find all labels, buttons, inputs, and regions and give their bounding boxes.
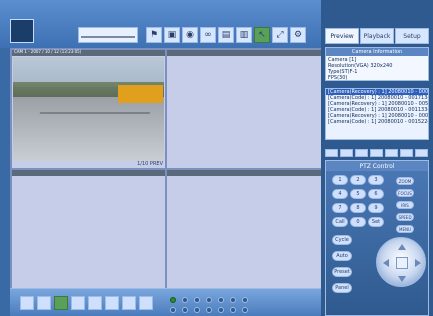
arrow-left-icon[interactable] [383, 259, 389, 267]
mode-tabs: Preview Playback Setup [321, 28, 433, 44]
page-dot[interactable] [230, 297, 236, 303]
grid-8-icon[interactable] [139, 296, 153, 310]
window-icon[interactable]: ▥ [236, 27, 252, 43]
grid-2-icon[interactable] [37, 296, 51, 310]
page-dot[interactable] [206, 297, 212, 303]
logo-icon [10, 19, 34, 43]
ptz-control: PTZ Control 1 2 3 4 5 6 7 8 9 Call 0 Set… [325, 160, 429, 316]
tab-playback[interactable]: Playback [360, 28, 394, 44]
arrow-icon[interactable]: ↖ [254, 27, 270, 43]
page-dot[interactable] [194, 297, 200, 303]
ptz-preset-button[interactable]: 6 [368, 189, 384, 199]
page-dot[interactable] [218, 307, 224, 313]
ptz-preset-label-button[interactable]: Preset [332, 267, 352, 277]
pane-footer: 1/10 PREV [137, 161, 163, 167]
ptz-title: PTZ Control [326, 161, 428, 171]
ptz-preset-button[interactable]: 3 [368, 175, 384, 185]
arrow-down-icon[interactable] [398, 276, 406, 282]
ptz-cycle-button[interactable]: Cycle [332, 235, 352, 245]
pane-header: CAM 1 - 2007 / 10 / 12 (13:23:05) [12, 49, 165, 56]
app-window: ⚑ ▣ ◉ ∞ ▤ ▥ ↖ ⤢ ⚙ CAM 1 - 2007 / 10 / 12… [0, 0, 433, 316]
settings-icon[interactable]: ⚙ [290, 27, 306, 43]
joystick-center[interactable] [396, 257, 408, 269]
ptz-preset-button[interactable]: 4 [332, 189, 348, 199]
grid-4-icon[interactable] [71, 296, 85, 310]
video-pane[interactable] [11, 169, 166, 289]
ptz-preset-button[interactable]: 0 [350, 217, 366, 227]
camera-info-body: Camera [1] Resolution(VGA) 320x240 Type(… [328, 57, 426, 81]
ptz-auto-button[interactable]: Auto [332, 251, 352, 261]
ptz-slider-icon [81, 36, 135, 38]
ptz-iris-button[interactable]: IRIS [396, 201, 414, 209]
control-button[interactable] [340, 149, 353, 157]
grid-1-icon[interactable] [20, 296, 34, 310]
ptz-focus-button[interactable]: FOCUS [396, 189, 414, 197]
ptz-preset-button[interactable]: 9 [368, 203, 384, 213]
top-toolbar: ⚑ ▣ ◉ ∞ ▤ ▥ ↖ ⤢ ⚙ [0, 0, 321, 48]
camera-info-panel: Camera Information Camera [1] Resolution… [325, 47, 429, 81]
page-dot[interactable] [182, 307, 188, 313]
record-icon[interactable]: ◉ [182, 27, 198, 43]
ptz-preset-button[interactable]: 8 [350, 203, 366, 213]
camera-info-line: FPS(30) [328, 75, 348, 81]
ptz-menu-button[interactable]: MENU [396, 225, 414, 233]
grid-5-icon[interactable] [88, 296, 102, 310]
page-dot[interactable] [206, 307, 212, 313]
ptz-speed-button[interactable]: SPEED [396, 213, 414, 221]
pane-header [167, 50, 321, 56]
ptz-joystick[interactable] [376, 237, 426, 287]
flag-icon[interactable]: ⚑ [146, 27, 162, 43]
ptz-panel-button[interactable]: Panel [332, 283, 352, 293]
video-pane[interactable]: CAM 1 - 2007 / 10 / 12 (13:23:05) 1/10 P… [11, 49, 166, 169]
ptz-set-button[interactable]: Set [368, 217, 384, 227]
ptz-preset-button[interactable]: 2 [350, 175, 366, 185]
pane-header-text: CAM 1 - 2007 / 10 / 12 (13:23:05) [14, 49, 82, 54]
ptz-preset-button[interactable]: 7 [332, 203, 348, 213]
page-dot[interactable] [170, 297, 176, 303]
page-dot[interactable] [170, 307, 176, 313]
ptz-call-button[interactable]: Call [332, 217, 348, 227]
ptz-zoom-button[interactable]: ZOOM [396, 177, 414, 185]
ptz-preset-button[interactable]: 1 [332, 175, 348, 185]
camera-image [13, 57, 164, 161]
pane-header [167, 170, 321, 176]
tab-preview[interactable]: Preview [325, 28, 359, 44]
camera-list-row[interactable]: [Camera(Code) : 1] 20080010 - 0015224 [326, 119, 428, 125]
control-button[interactable] [415, 149, 428, 157]
page-dot[interactable] [242, 297, 248, 303]
control-button[interactable] [385, 149, 398, 157]
camera-list[interactable]: [Camera(Recovery) : 1] 20080010 - 000015… [325, 88, 429, 140]
bottom-toolbar [10, 288, 321, 316]
control-row [325, 149, 429, 157]
tab-setup[interactable]: Setup [395, 28, 429, 44]
ptz-slider[interactable] [78, 27, 138, 43]
grid-7-icon[interactable] [122, 296, 136, 310]
page-dot[interactable] [218, 297, 224, 303]
page-dot[interactable] [194, 307, 200, 313]
main-area: ⚑ ▣ ◉ ∞ ▤ ▥ ↖ ⤢ ⚙ CAM 1 - 2007 / 10 / 12… [0, 0, 322, 316]
video-pane[interactable] [166, 169, 322, 289]
image-icon[interactable]: ▤ [218, 27, 234, 43]
grid-6-icon[interactable] [105, 296, 119, 310]
side-panel: Preview Playback Setup Camera Informatio… [321, 0, 433, 316]
arrow-up-icon[interactable] [398, 244, 406, 250]
arrow-right-icon[interactable] [415, 259, 421, 267]
video-pane[interactable] [166, 49, 322, 169]
camera-info-title: Camera Information [326, 48, 428, 56]
control-button[interactable] [355, 149, 368, 157]
control-button[interactable] [325, 149, 338, 157]
grid-3-icon[interactable] [54, 296, 68, 310]
pane-header [12, 170, 165, 176]
control-button[interactable] [370, 149, 383, 157]
page-dot[interactable] [182, 297, 188, 303]
page-dot[interactable] [230, 307, 236, 313]
zoom-icon[interactable]: ⤢ [272, 27, 288, 43]
video-grid: CAM 1 - 2007 / 10 / 12 (13:23:05) 1/10 P… [10, 48, 322, 289]
ptz-preset-button[interactable]: 5 [350, 189, 366, 199]
loop-icon[interactable]: ∞ [200, 27, 216, 43]
page-dot[interactable] [242, 307, 248, 313]
control-button[interactable] [400, 149, 413, 157]
camera-icon[interactable]: ▣ [164, 27, 180, 43]
